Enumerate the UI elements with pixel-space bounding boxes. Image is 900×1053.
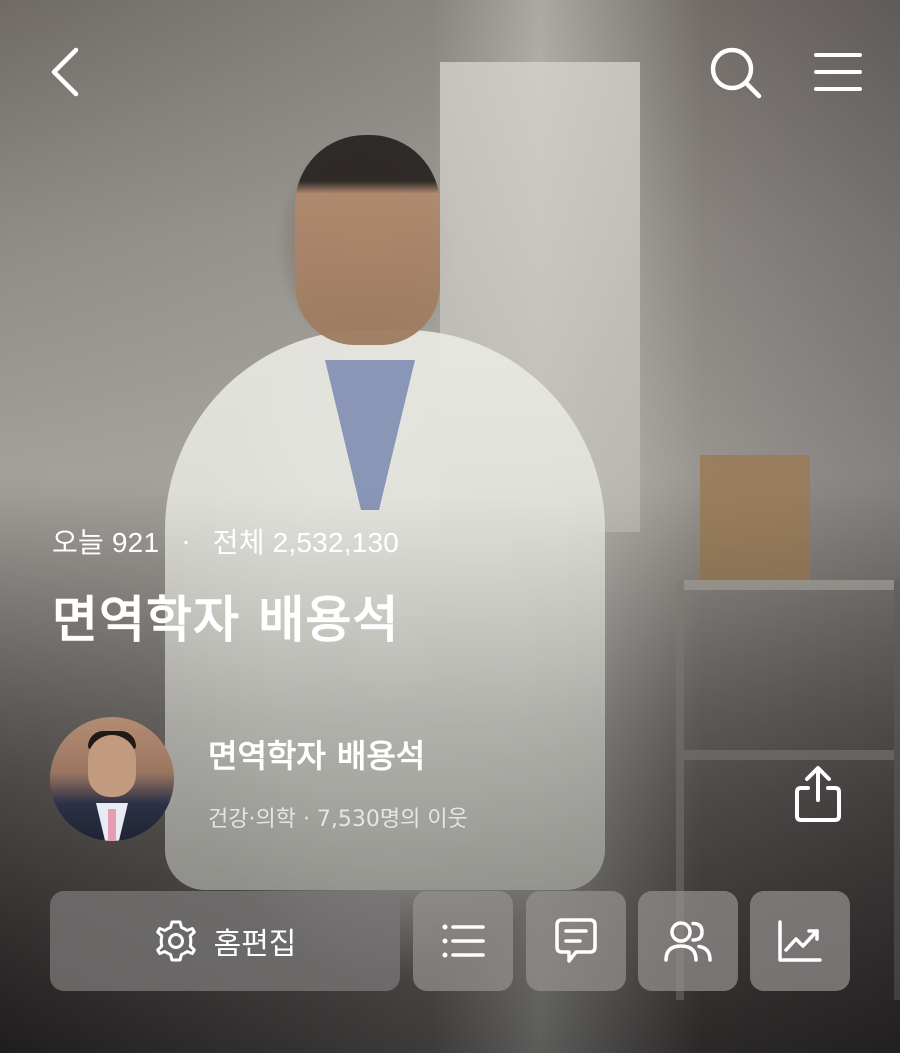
menu-button[interactable] [808, 42, 868, 102]
search-button[interactable] [705, 42, 765, 102]
share-button[interactable] [788, 764, 848, 824]
avatar[interactable] [50, 717, 174, 841]
home-edit-button[interactable]: 홈편집 [50, 891, 400, 991]
comments-button[interactable] [526, 891, 626, 991]
search-icon [710, 47, 762, 99]
blog-title: 면역학자 배용석 [52, 591, 400, 649]
chevron-left-icon [51, 47, 79, 97]
people-icon [664, 921, 712, 962]
gear-icon [155, 920, 196, 962]
neighbors-button[interactable] [638, 891, 738, 991]
share-icon [795, 766, 841, 822]
visitor-counts: 오늘 921 · 전체 2,532,130 [52, 521, 399, 561]
today-count: 오늘 921 [52, 527, 160, 558]
back-button[interactable] [36, 42, 96, 102]
author-name[interactable]: 면역학자 배용석 [208, 731, 425, 777]
post-list-button[interactable] [413, 891, 513, 991]
cover-photo-head [295, 135, 440, 345]
count-separator: · [181, 525, 191, 556]
trend-chart-icon [778, 920, 822, 962]
total-count: 전체 2,532,130 [212, 527, 400, 558]
blog-meta[interactable]: 건강·의학 · 7,530명의 이웃 [208, 801, 468, 833]
list-icon [442, 924, 485, 958]
stats-button[interactable] [750, 891, 850, 991]
home-edit-label: 홈편집 [213, 927, 297, 962]
comment-icon [555, 918, 597, 963]
blog-cover: 오늘 921 · 전체 2,532,130 면역학자 배용석 면역학자 배용석 … [0, 0, 900, 1053]
hamburger-menu-icon [814, 53, 862, 91]
action-bar: 홈편집 [50, 891, 850, 991]
